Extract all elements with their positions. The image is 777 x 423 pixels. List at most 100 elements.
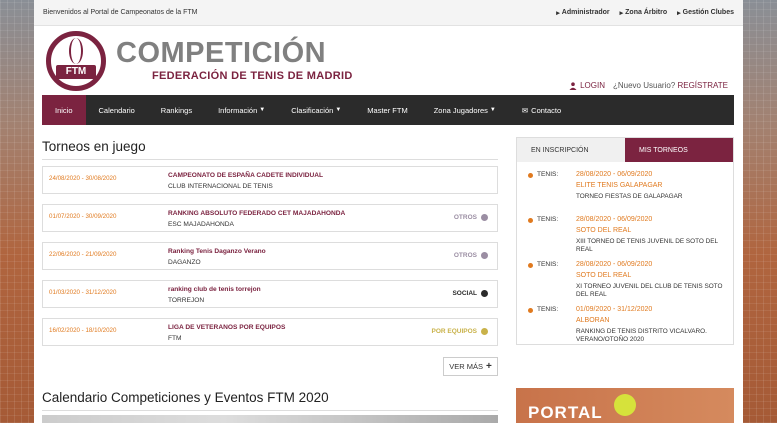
nav-item-master-ftm[interactable]: Master FTM bbox=[354, 95, 420, 125]
list-item[interactable]: TENIS: 28/08/2020 - 06/09/2020 SOTO DEL … bbox=[517, 213, 733, 258]
sport-label: TENIS: bbox=[537, 171, 559, 178]
tournament-description: TORNEO FIESTAS DE GALAPAGAR bbox=[576, 193, 683, 200]
tournament-club: TORREJON bbox=[168, 297, 205, 304]
sport-label: TENIS: bbox=[537, 216, 559, 223]
caret-down-icon: ▼ bbox=[489, 107, 496, 113]
top-bar: Bienvenidos al Portal de Campeonatos de … bbox=[34, 0, 743, 26]
tournament-venue[interactable]: ALBORAN bbox=[576, 317, 609, 324]
tournament-description: RANKING DE TENIS DISTRITO VICALVARO. VER… bbox=[576, 328, 707, 343]
tournament-date: 01/03/2020 - 31/12/2020 bbox=[49, 289, 117, 296]
tournament-name[interactable]: CAMPEONATO DE ESPAÑA CADETE INDIVIDUAL bbox=[168, 172, 323, 179]
tournament-date: 22/06/2020 - 21/09/2020 bbox=[49, 251, 117, 258]
list-item[interactable]: TENIS: 28/08/2020 - 06/09/2020 ELITE TEN… bbox=[517, 168, 733, 213]
ver-mas-button[interactable]: VER MÁS + bbox=[443, 357, 498, 376]
user-links: LOGIN ¿Nuevo Usuario? REGÍSTRATE bbox=[569, 81, 728, 90]
tournament-date: 24/08/2020 - 30/08/2020 bbox=[49, 175, 117, 182]
bullet-icon bbox=[528, 308, 533, 313]
divider bbox=[42, 159, 498, 160]
register-label: REGÍSTRATE bbox=[677, 81, 728, 90]
nav-item-inicio[interactable]: Inicio bbox=[42, 95, 86, 125]
list-item[interactable]: 01/07/2020 - 30/09/2020 RANKING ABSOLUTO… bbox=[42, 204, 498, 232]
user-icon bbox=[569, 81, 577, 90]
list-item[interactable]: 01/03/2020 - 31/12/2020 ranking club de … bbox=[42, 280, 498, 308]
tournament-name[interactable]: Ranking Tenis Daganzo Verano bbox=[168, 248, 266, 255]
tournament-venue[interactable]: SOTO DEL REAL bbox=[576, 272, 631, 279]
bullet-icon bbox=[528, 173, 533, 178]
brand-subtitle: FEDERACIÓN DE TENIS DE MADRID bbox=[152, 70, 353, 82]
tournament-club: FTM bbox=[168, 335, 182, 342]
tournament-club: ESC MAJADAHONDA bbox=[168, 221, 234, 228]
calendar-banner-image[interactable] bbox=[42, 415, 498, 423]
nav-item-calendario[interactable]: Calendario bbox=[86, 95, 148, 125]
nav-item-contacto[interactable]: ✉ Contacto bbox=[509, 95, 574, 125]
nav-item-clasificacion[interactable]: Clasificación ▼ bbox=[278, 95, 354, 125]
page: Bienvenidos al Portal de Campeonatos de … bbox=[34, 0, 743, 423]
tournament-date: 28/08/2020 - 06/09/2020 bbox=[576, 261, 653, 268]
login-link[interactable]: LOGIN bbox=[569, 81, 605, 90]
nav-item-informacion[interactable]: Información ▼ bbox=[205, 95, 278, 125]
torneos-list: 24/08/2020 - 30/08/2020 CAMPEONATO DE ES… bbox=[42, 166, 498, 356]
tournament-name[interactable]: ranking club de tenis torrejon bbox=[168, 286, 261, 293]
header: FTM COMPETICIÓN FEDERACIÓN DE TENIS DE M… bbox=[34, 26, 743, 94]
panel-tabs: EN INSCRIPCIÓN MIS TORNEOS bbox=[517, 138, 733, 162]
tournament-date: 28/08/2020 - 06/09/2020 bbox=[576, 216, 653, 223]
tournament-description: XIII TORNEO DE TENIS JUVENIL DE SOTO DEL… bbox=[576, 238, 718, 253]
ftm-logo[interactable]: FTM bbox=[46, 31, 106, 91]
bullet-icon bbox=[528, 218, 533, 223]
tournament-date: 01/09/2020 - 31/12/2020 bbox=[576, 306, 653, 313]
list-item[interactable]: 16/02/2020 - 18/10/2020 LIGA DE VETERANO… bbox=[42, 318, 498, 346]
triangle-right-icon: ▸ bbox=[619, 9, 624, 17]
tournament-venue[interactable]: SOTO DEL REAL bbox=[576, 227, 631, 234]
list-item[interactable]: TENIS: 28/08/2020 - 06/09/2020 SOTO DEL … bbox=[517, 258, 733, 303]
portal-text: PORTAL bbox=[528, 403, 603, 422]
category-badge: POR EQUIPOS bbox=[431, 327, 489, 336]
top-links: ▸ Administrador ▸ Zona Árbitro ▸ Gestión Cl… bbox=[556, 9, 734, 17]
divider bbox=[42, 410, 498, 411]
main-nav: Inicio Calendario Rankings Información ▼ … bbox=[42, 95, 734, 125]
tennis-ball-icon bbox=[480, 289, 489, 298]
list-item[interactable]: 24/08/2020 - 30/08/2020 CAMPEONATO DE ES… bbox=[42, 166, 498, 194]
tournament-name[interactable]: RANKING ABSOLUTO FEDERADO CET MAJADAHOND… bbox=[168, 210, 345, 217]
bullet-icon bbox=[528, 263, 533, 268]
caret-down-icon: ▼ bbox=[335, 107, 342, 113]
sport-label: TENIS: bbox=[537, 306, 559, 313]
tournament-venue[interactable]: ELITE TENIS GALAPAGAR bbox=[576, 182, 663, 189]
tab-mis-torneos[interactable]: MIS TORNEOS bbox=[625, 138, 733, 162]
list-item[interactable]: 22/06/2020 - 21/09/2020 Ranking Tenis Da… bbox=[42, 242, 498, 270]
category-badge: OTROS bbox=[454, 251, 489, 260]
tournament-date: 01/07/2020 - 30/09/2020 bbox=[49, 213, 117, 220]
tennis-ball-icon bbox=[614, 394, 636, 416]
caret-down-icon: ▼ bbox=[259, 107, 266, 113]
tennis-ball-icon bbox=[480, 213, 489, 222]
category-badge: OTROS bbox=[454, 213, 489, 222]
nav-item-zona-jugadores[interactable]: Zona Jugadores ▼ bbox=[421, 95, 509, 125]
logo-text: FTM bbox=[56, 65, 96, 79]
tennis-ball-seam-icon bbox=[69, 38, 83, 64]
club-management-link[interactable]: ▸ Gestión Clubes bbox=[677, 9, 734, 17]
tennis-ball-icon bbox=[480, 251, 489, 260]
tournaments-panel: EN INSCRIPCIÓN MIS TORNEOS TENIS: 28/08/… bbox=[516, 137, 734, 345]
tab-en-inscripcion[interactable]: EN INSCRIPCIÓN bbox=[517, 138, 625, 162]
category-badge: SOCIAL bbox=[452, 289, 489, 298]
nav-item-rankings[interactable]: Rankings bbox=[148, 95, 205, 125]
envelope-icon: ✉ bbox=[521, 105, 529, 115]
portal-banner[interactable]: PORTAL bbox=[516, 388, 734, 423]
torneos-title: Torneos en juego bbox=[42, 139, 146, 154]
tournament-date: 16/02/2020 - 18/10/2020 bbox=[49, 327, 117, 334]
register-link[interactable]: ¿Nuevo Usuario? REGÍSTRATE bbox=[613, 81, 728, 90]
referee-zone-link[interactable]: ▸ Zona Árbitro bbox=[620, 9, 668, 17]
tournament-club: DAGANZO bbox=[168, 259, 201, 266]
triangle-right-icon: ▸ bbox=[677, 9, 681, 17]
brand-title: COMPETICIÓN bbox=[116, 37, 327, 69]
admin-link[interactable]: ▸ Administrador bbox=[556, 9, 609, 17]
calendario-title: Calendario Competiciones y Eventos FTM 2… bbox=[42, 390, 329, 405]
welcome-text: Bienvenidos al Portal de Campeonatos de … bbox=[43, 9, 198, 16]
sport-label: TENIS: bbox=[537, 261, 559, 268]
tennis-ball-icon bbox=[480, 327, 489, 336]
triangle-right-icon: ▸ bbox=[556, 9, 560, 17]
tournament-name[interactable]: LIGA DE VETERANOS POR EQUIPOS bbox=[168, 324, 285, 331]
tournament-club: CLUB INTERNACIONAL DE TENIS bbox=[168, 183, 273, 190]
tournament-date: 28/08/2020 - 06/09/2020 bbox=[576, 171, 653, 178]
list-item[interactable]: TENIS: 01/09/2020 - 31/12/2020 ALBORAN R… bbox=[517, 303, 733, 348]
plus-icon: + bbox=[485, 361, 492, 372]
